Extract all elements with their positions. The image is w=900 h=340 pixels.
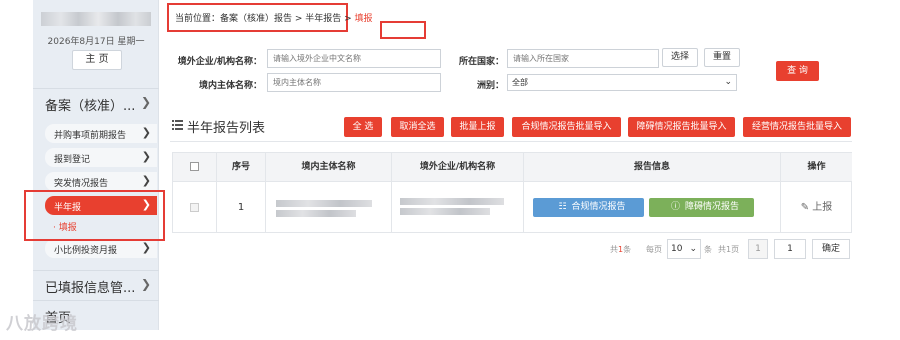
goto-page-input[interactable]: 1 bbox=[774, 239, 806, 259]
list-icon bbox=[172, 120, 183, 130]
goto-confirm-button[interactable]: 确定 bbox=[812, 239, 850, 259]
list-title: 半年报告列表 bbox=[187, 121, 266, 136]
breadcrumb: 当前位置：备案（核准）报告 > 半年报告 > 填报 bbox=[175, 11, 373, 24]
foreign-name-label: 境外企业/机构名称： bbox=[177, 57, 262, 67]
page-size-select[interactable]: 10 ⌄ bbox=[667, 239, 701, 259]
select-all-button[interactable]: 全 选 bbox=[344, 117, 382, 137]
sidebar-item-merger-report[interactable]: 并购事项前期报告 ❯ bbox=[45, 124, 157, 143]
pager-total-suffix: 条 bbox=[623, 245, 632, 254]
document-icon: ☷ bbox=[558, 202, 567, 212]
sidebar-section-filled-label: 已填报信息管... bbox=[45, 281, 136, 296]
continent-select-value: 全部 bbox=[512, 78, 528, 87]
domestic-name-label: 境内主体名称： bbox=[198, 81, 262, 91]
edit-icon: ✎ bbox=[800, 202, 810, 213]
row-report-info: ☷ 合规情况报告 ⓘ 障碍情况报告 bbox=[524, 182, 781, 233]
breadcrumb-current: 填报 bbox=[354, 14, 373, 24]
obstacle-report-button[interactable]: ⓘ 障碍情况报告 bbox=[649, 198, 754, 217]
obstacle-import-button[interactable]: 障碍情况报告批量导入 bbox=[628, 117, 735, 137]
deselect-all-button[interactable]: 取消全选 bbox=[391, 117, 444, 137]
compliance-report-button[interactable]: ☷ 合规情况报告 bbox=[533, 198, 644, 217]
sidebar-item-label: 半年报 bbox=[54, 203, 82, 213]
blurred-text bbox=[400, 208, 490, 215]
batch-submit-button[interactable]: 批量上报 bbox=[451, 117, 504, 137]
submit-action[interactable]: ✎ 上报 bbox=[801, 202, 833, 213]
current-date: 2026年8月17日 星期一 bbox=[47, 37, 145, 47]
watermark: 八放跨境 bbox=[6, 314, 78, 334]
country-label: 所在国家： bbox=[458, 57, 504, 67]
compliance-import-button[interactable]: 合规情况报告批量导入 bbox=[512, 117, 621, 137]
sidebar-subitem-fill[interactable]: · 填报 bbox=[53, 220, 77, 233]
sidebar-item-label: 突发情况报告 bbox=[54, 179, 109, 189]
header-domestic-name: 境内主体名称 bbox=[266, 153, 392, 182]
chevron-right-icon: ❯ bbox=[141, 126, 151, 139]
row-checkbox[interactable] bbox=[190, 202, 199, 212]
user-name-blurred bbox=[41, 12, 151, 26]
pager-total: 共1条 bbox=[610, 244, 631, 255]
highlight-box-current bbox=[380, 21, 426, 39]
compliance-report-label: 合规情况报告 bbox=[571, 202, 626, 212]
chevron-right-icon: ❯ bbox=[141, 241, 151, 254]
blurred-text bbox=[276, 200, 372, 207]
pager-total-prefix: 共 bbox=[610, 245, 618, 254]
blurred-text bbox=[276, 210, 356, 217]
sidebar-item-label: 并购事项前期报告 bbox=[54, 131, 127, 141]
header-actions: 操作 bbox=[781, 153, 852, 182]
report-table: 序号 境内主体名称 境外企业/机构名称 报告信息 操作 1 ☷ 合规情况报告 ⓘ 障… bbox=[172, 152, 852, 233]
blurred-text bbox=[400, 198, 504, 205]
row-domestic-name-blurred bbox=[266, 182, 392, 233]
query-button[interactable]: 查 询 bbox=[776, 61, 819, 81]
sidebar-section-filing[interactable]: 备案（核准）... ❯ bbox=[33, 88, 159, 114]
sidebar: 2026年8月17日 星期一 主 页 备案（核准）... ❯ 并购事项前期报告 … bbox=[33, 0, 159, 330]
info-circle-icon: ⓘ bbox=[670, 202, 680, 212]
breadcrumb-path[interactable]: 备案（核准）报告 > 半年报告 > bbox=[220, 14, 355, 24]
chevron-right-icon: ❯ bbox=[140, 277, 151, 291]
app-window: 2026年8月17日 星期一 主 页 备案（核准）... ❯ 并购事项前期报告 … bbox=[0, 0, 900, 340]
header-foreign-name: 境外企业/机构名称 bbox=[392, 153, 524, 182]
continent-select[interactable]: 全部 ⌄ bbox=[507, 74, 737, 91]
country-input[interactable] bbox=[507, 49, 659, 68]
obstacle-report-label: 障碍情况报告 bbox=[685, 202, 740, 212]
sidebar-item-label: 报到登记 bbox=[54, 155, 91, 165]
sidebar-item-monthly-report[interactable]: 小比例投资月报 ❯ bbox=[45, 239, 157, 258]
row-actions: ✎ 上报 bbox=[781, 182, 852, 233]
sidebar-item-half-year-report[interactable]: 半年报 ❯ bbox=[45, 196, 157, 215]
chevron-down-icon: ⌄ bbox=[724, 77, 732, 87]
sidebar-item-registration[interactable]: 报到登记 ❯ bbox=[45, 148, 157, 167]
header-checkbox-cell bbox=[173, 153, 217, 182]
sidebar-item-emergency-report[interactable]: 突发情况报告 ❯ bbox=[45, 172, 157, 191]
header-report-info: 报告信息 bbox=[524, 153, 781, 182]
home-button[interactable]: 主 页 bbox=[72, 50, 122, 70]
row-checkbox-cell bbox=[173, 182, 217, 233]
continent-label: 洲别： bbox=[476, 81, 504, 91]
header-index: 序号 bbox=[217, 153, 266, 182]
reset-button[interactable]: 重置 bbox=[704, 48, 740, 67]
current-page-button[interactable]: 1 bbox=[748, 239, 768, 259]
row-index: 1 bbox=[217, 182, 266, 233]
row-foreign-name-blurred bbox=[392, 182, 524, 233]
pager-total-pages: 共1页 bbox=[718, 245, 740, 254]
sidebar-section-filled[interactable]: 已填报信息管... ❯ bbox=[33, 270, 159, 296]
select-all-checkbox[interactable] bbox=[190, 162, 199, 171]
chevron-right-icon: ❯ bbox=[141, 198, 151, 211]
breadcrumb-prefix: 当前位置： bbox=[175, 14, 221, 24]
chevron-right-icon: ❯ bbox=[141, 150, 151, 163]
chevron-right-icon: ❯ bbox=[140, 95, 151, 109]
sidebar-section-filing-label: 备案（核准）... bbox=[45, 99, 136, 114]
sidebar-item-label: 小比例投资月报 bbox=[54, 246, 118, 256]
pager-per-page-label: 每页 bbox=[646, 245, 662, 254]
pager-per-page-suffix: 条 bbox=[704, 245, 712, 254]
page-size-value: 10 bbox=[671, 244, 683, 254]
submit-action-label: 上报 bbox=[812, 202, 833, 213]
divider bbox=[170, 141, 852, 142]
operation-import-button[interactable]: 经营情况报告批量导入 bbox=[743, 117, 851, 137]
select-country-button[interactable]: 选择 bbox=[662, 48, 698, 67]
chevron-down-icon: ⌄ bbox=[689, 244, 697, 254]
chevron-right-icon: ❯ bbox=[141, 174, 151, 187]
